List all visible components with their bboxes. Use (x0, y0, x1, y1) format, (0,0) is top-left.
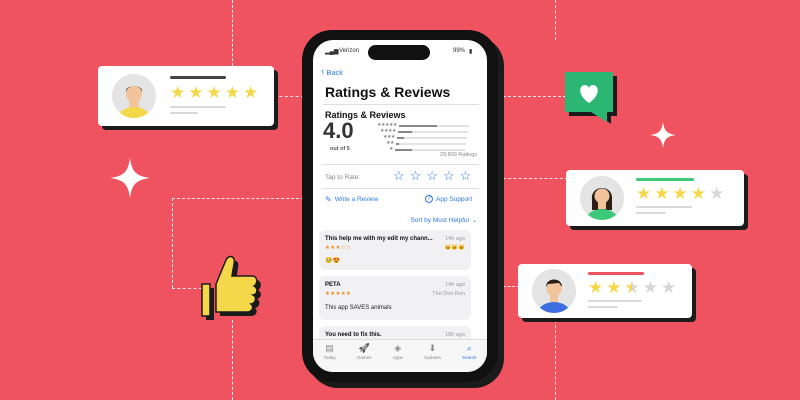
text-placeholder-line (588, 306, 618, 308)
average-rating: 4.0 (323, 118, 354, 143)
connector-line (555, 0, 556, 40)
tab-apps[interactable]: ◈ Apps (393, 340, 403, 372)
text-placeholder-line (588, 300, 642, 302)
tap-to-rate-label: Tap to Rate: (325, 174, 361, 181)
rate-star-2[interactable]: ☆ (410, 168, 422, 184)
connector-line (498, 286, 520, 287)
divider (323, 188, 479, 189)
reviewer-emojis: 🐱🐱🐱 (444, 245, 465, 251)
connector-line (172, 198, 173, 288)
review-body: This app SAVES animals (325, 305, 392, 311)
sparkle-icon (110, 158, 150, 203)
write-review-button[interactable]: ✎ Write a Review (325, 195, 378, 204)
layers-icon: ◈ (394, 343, 402, 353)
rating-bar-5: ★★★★★ (377, 123, 469, 128)
review-author: The Don Ron (432, 291, 465, 297)
connector-line (172, 198, 304, 199)
search-icon: ⌕ (466, 343, 472, 353)
phone-screen: ▂▄▆ Verizon 99% ▮ ‹ Back Ratings & Revie… (313, 40, 487, 372)
back-button[interactable]: ‹ Back (321, 67, 343, 77)
rating-bar-1: ★ (377, 147, 465, 152)
text-placeholder-line (170, 106, 226, 108)
rocket-icon: 🚀 (358, 343, 370, 353)
review-stars: ★★★★★ (325, 291, 352, 297)
review-title: This help me with my edit my chann... (325, 236, 433, 242)
avatar (112, 74, 156, 118)
connector-line (274, 96, 304, 97)
review-date: 18h ago (445, 332, 465, 338)
divider (323, 164, 479, 165)
connector-line (232, 320, 233, 400)
name-placeholder-line (636, 178, 694, 181)
battery-icon: ▮ (469, 49, 473, 55)
avatar (532, 269, 576, 313)
text-placeholder-line (636, 206, 692, 208)
download-icon: ⬇ (428, 343, 437, 353)
rate-star-4[interactable]: ☆ (443, 168, 455, 184)
connector-line (555, 320, 556, 400)
tab-updates[interactable]: ⬇ Updates (424, 340, 441, 372)
text-placeholder-line (170, 112, 198, 114)
connector-line (498, 178, 568, 179)
review-card[interactable]: PETA 14h ago ★★★★★ The Don Ron This app … (319, 276, 471, 320)
review-body: 🥺😍 (325, 258, 340, 264)
thumbs-up-icon (196, 250, 266, 327)
name-placeholder-line (170, 76, 226, 79)
chevron-left-icon: ‹ (321, 66, 325, 77)
today-icon: ▤ (325, 343, 334, 353)
connector-line (232, 0, 233, 66)
chevron-down-icon: ⌄ (471, 218, 477, 224)
tab-games[interactable]: 🚀 Games (357, 340, 372, 372)
carrier-label: Verizon (339, 48, 360, 54)
rating-bar-2: ★★ (377, 141, 466, 146)
review-stars: ★★★☆☆ (325, 245, 352, 251)
rating-bar-3: ★★★ (377, 135, 467, 140)
review-card-deco: ★ ★ ★ ★ ★ (566, 170, 744, 226)
star-rating: ★ ★ ★ ★ ★ (170, 83, 259, 102)
name-placeholder-line (588, 272, 644, 275)
heart-badge (565, 72, 621, 129)
app-support-button[interactable]: ? App Support (425, 195, 472, 203)
phone-frame: ▂▄▆ Verizon 99% ▮ ‹ Back Ratings & Revie… (302, 30, 498, 382)
rate-star-5[interactable]: ☆ (460, 168, 472, 184)
dynamic-island (368, 45, 430, 60)
text-placeholder-line (636, 212, 666, 214)
review-date: 14h ago (445, 236, 465, 242)
avatar (580, 176, 624, 220)
star-rating: ★★ ★★ ★★ (588, 278, 677, 297)
review-title: PETA (325, 282, 341, 288)
rating-bar-4: ★★★★ (377, 129, 468, 134)
sort-dropdown[interactable]: Sort by Most Helpful ⌄ (410, 217, 477, 224)
tap-to-rate-stars: ☆ ☆ ☆ ☆ ☆ (393, 168, 471, 184)
page-title: Ratings & Reviews (325, 84, 451, 100)
rate-star-3[interactable]: ☆ (426, 168, 438, 184)
review-card-deco: ★★ ★★ ★★ (518, 264, 692, 318)
ratings-count: 29,809 Ratings (440, 152, 477, 158)
tab-search[interactable]: ⌕ Search (462, 340, 476, 372)
tab-today[interactable]: ▤ Today (324, 340, 336, 372)
battery-label: 99% (453, 48, 466, 54)
question-icon: ? (425, 195, 433, 203)
sparkle-icon (650, 122, 676, 153)
star-rating: ★ ★ ★ ★ ★ (636, 184, 725, 203)
connector-line (498, 96, 566, 97)
review-card-deco: ★ ★ ★ ★ ★ (98, 66, 274, 126)
review-title: You need to fix this. (325, 332, 382, 338)
signal-icon: ▂▄▆ (325, 49, 339, 55)
compose-icon: ✎ (325, 195, 332, 204)
rate-star-1[interactable]: ☆ (393, 168, 405, 184)
tab-bar: ▤ Today 🚀 Games ◈ Apps ⬇ Updates ⌕ Search (313, 339, 487, 372)
review-card[interactable]: This help me with my edit my chann... 14… (319, 230, 471, 270)
divider (323, 104, 479, 105)
out-of-label: out of 5 (330, 146, 350, 152)
review-date: 14h ago (445, 282, 465, 288)
